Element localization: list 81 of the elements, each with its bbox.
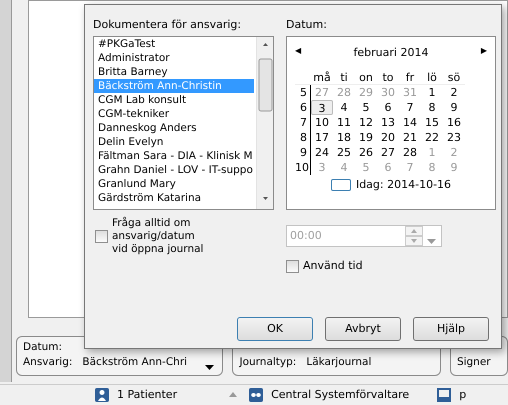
list-item[interactable]: CGM-tekniker [94,107,254,121]
list-item[interactable]: Gärdström Katarina [94,191,254,205]
list-item[interactable]: Britta Barney [94,65,254,79]
spin-buttons-icon[interactable] [405,226,423,246]
calendar-day[interactable]: 10 [311,114,333,130]
list-item[interactable]: Granlund Mary [94,177,254,191]
field-value: Bäckström Ann-Chri [82,355,188,370]
calendar-day[interactable]: 14 [399,114,421,130]
weekday-label: lö [421,70,443,84]
calendar-day[interactable]: 2 [443,84,465,100]
responsible-listbox[interactable] [93,36,274,210]
list-item[interactable]: Delin Evelyn [94,135,254,149]
calendar-day[interactable]: 20 [377,130,399,144]
weekday-label: on [355,70,377,84]
calendar-day[interactable]: 16 [443,114,465,130]
calendar-day[interactable]: 3 [311,100,333,114]
list-item[interactable]: Fältman Sara - DIA - Klinisk M [94,149,254,163]
field-label: Journaltyp: [239,355,296,370]
list-item[interactable]: Danneskog Anders [94,121,254,135]
calendar-day[interactable]: 18 [333,130,355,144]
week-number: 8 [295,130,311,144]
scrollbar[interactable] [256,37,273,209]
next-month-arrow[interactable]: ▶ [480,45,487,62]
list-item[interactable]: #PKGaTest [94,37,254,51]
weekday-label: ti [333,70,355,84]
calendar-day[interactable]: 26 [355,144,377,160]
calendar-day[interactable]: 22 [421,130,443,144]
calendar-day[interactable]: 8 [421,100,443,114]
field-label: Ansvarig: [23,355,72,370]
today-link[interactable]: Idag: 2014-10-16 [356,176,452,193]
calendar-day[interactable]: 13 [377,114,399,130]
calendar-day[interactable]: 24 [311,144,333,160]
cancel-button[interactable]: Avbryt [325,317,401,341]
calendar-day[interactable]: 27 [377,144,399,160]
weekday-label: fr [399,70,421,84]
calendar-day[interactable]: 19 [355,130,377,144]
calendar-day[interactable]: 21 [399,130,421,144]
checkbox-label: Använd tid [303,258,363,274]
week-number: 10 [295,160,311,174]
week-number: 5 [295,84,311,100]
calendar[interactable]: ◀ februari 2014 ▶ må ti on to fr lö sö 5 27 28 29 30 31 1 2 6 3 4 5 6 7 8 9 7 10 11 12 13 14 15 16 8 17 18 19 20 21 22 23 9 24 25 26 27 28 1 2 10 3 4 5 6 7 8 9 Idag: 2014-10-16 [286,36,496,210]
weekday-label: to [377,70,399,84]
checkbox[interactable] [95,230,108,243]
calendar-day[interactable]: 25 [333,144,355,160]
week-number: 7 [295,114,311,130]
calendar-day[interactable]: 9 [443,100,465,114]
field-label: Dokumentera för ansvarig: [93,17,242,33]
week-number: 9 [295,144,311,160]
calendar-day[interactable]: 7 [399,100,421,114]
list-item[interactable]: CGM Lab konsult [94,93,254,107]
list-item[interactable]: Grahn Daniel - LOV - IT-suppo [94,163,254,177]
field-value: Läkarjournal [306,355,372,370]
calendar-day[interactable]: 5 [355,100,377,114]
list-item[interactable]: Administrator [94,51,254,65]
status-text: Central Systemförvaltare [271,386,410,403]
calendar-day[interactable]: 11 [333,114,355,130]
calendar-day[interactable]: 15 [421,114,443,130]
calendar-day[interactable]: 23 [443,130,465,144]
weekday-label: må [311,70,333,84]
ok-button[interactable]: OK [237,317,313,341]
calendar-day[interactable]: 4 [333,100,355,114]
mask-icon[interactable] [249,388,264,402]
today-marker-icon [330,178,351,191]
calendar-day[interactable]: 1 [421,84,443,100]
calendar-day[interactable]: 6 [377,100,399,114]
calendar-day[interactable]: 28 [399,144,421,160]
status-text: 1 Patienter [117,386,178,403]
month-title[interactable]: februari 2014 [354,45,428,62]
calendar-day[interactable]: 12 [355,114,377,130]
monitor-icon[interactable] [437,388,452,402]
field-label: Signer [456,355,491,370]
weekday-label: sö [443,70,465,84]
status-text: p [459,386,466,403]
help-button[interactable]: Hjälp [413,317,489,341]
checkbox-label: Fråga alltid om ansvarig/datum vid öppna journal [112,217,204,256]
checkbox[interactable] [286,260,299,273]
previous-month-arrow[interactable]: ◀ [295,45,302,62]
calendar-day[interactable]: 17 [311,130,333,144]
field-label: Datum: [23,340,62,354]
person-icon[interactable] [95,388,109,402]
field-label: Datum: [286,17,327,33]
